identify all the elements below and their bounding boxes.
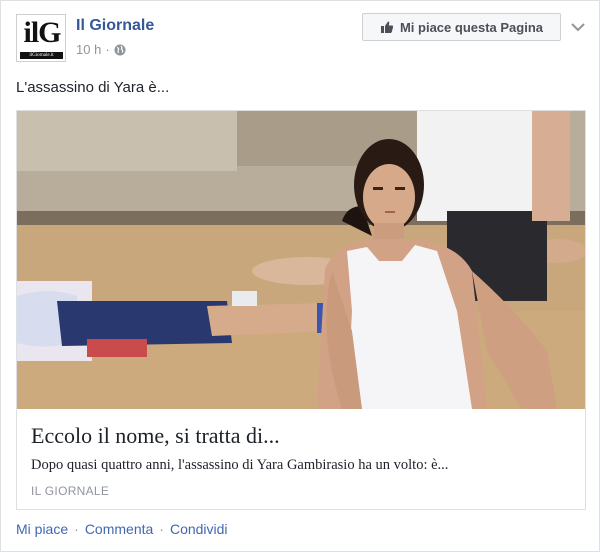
chevron-down-icon[interactable] [571,19,585,32]
thumbs-up-icon [380,20,394,34]
facebook-post-card: ilG ilGiornale.it Il Giornale 10 h · Mi … [0,0,600,552]
page-avatar[interactable]: ilG ilGiornale.it [16,14,66,62]
meta-separator: · [105,42,110,57]
link-preview-image[interactable] [17,111,585,409]
comment-button[interactable]: Commenta [85,521,153,537]
like-page-label: Mi piace questa Pagina [399,19,544,35]
link-description: Dopo quasi quattro anni, l'assassino di … [31,457,449,473]
post-time[interactable]: 10 h [76,42,101,57]
link-source: IL GIORNALE [31,484,110,498]
actions-separator: · [159,521,164,537]
link-info[interactable]: Eccolo il nome, si tratta di... Dopo qua… [17,409,585,509]
logo-subtext: ilGiornale.it [29,53,54,58]
like-page-button[interactable]: Mi piace questa Pagina [362,13,561,41]
post-header: ilG ilGiornale.it Il Giornale 10 h · Mi … [16,13,586,63]
post-meta: 10 h · [76,42,126,57]
post-text: L'assassino di Yara è... [16,79,170,96]
actions-separator: · [74,521,79,537]
post-actions: Mi piace · Commenta · Condividi [16,521,228,537]
link-preview[interactable]: Eccolo il nome, si tratta di... Dopo qua… [16,110,586,510]
page-name-link[interactable]: Il Giornale [76,17,154,35]
logo-wordmark: ilG [23,16,61,49]
share-button[interactable]: Condividi [170,521,228,537]
globe-icon [114,44,126,56]
like-button[interactable]: Mi piace [16,521,68,537]
link-title[interactable]: Eccolo il nome, si tratta di... [31,423,280,449]
